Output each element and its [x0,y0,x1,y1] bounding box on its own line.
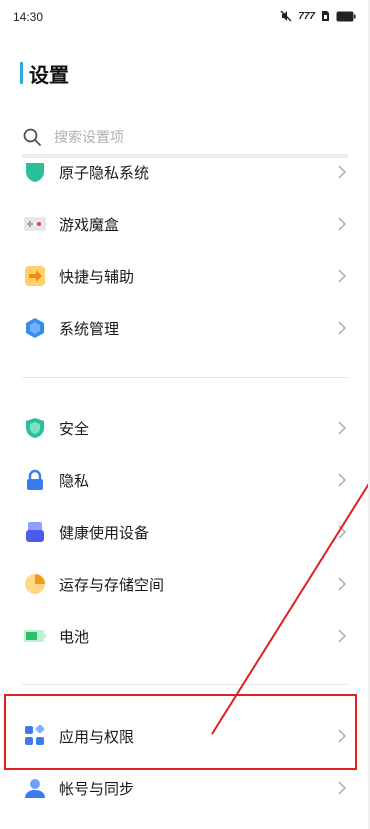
page-header: 设置 [20,60,69,87]
settings-item-label: 游戏魔盒 [59,215,120,234]
storage-pie-icon [23,572,47,596]
annotation-highlight-box [4,694,357,770]
page-title: 设置 [29,62,69,87]
settings-item-storage[interactable]: 运存与存储空间 [0,564,370,604]
chevron-right-icon [338,321,347,335]
settings-item-label: 电池 [59,627,90,646]
shortcut-icon [23,264,47,288]
search-bar[interactable]: 搜索设置项 [22,123,346,151]
settings-item-label: 运存与存储空间 [59,575,165,594]
sim-icon [322,11,329,21]
chevron-right-icon [338,217,347,231]
battery-icon [336,11,356,21]
settings-item-battery[interactable]: 电池 [0,616,370,656]
search-input[interactable]: 搜索设置项 [54,127,124,147]
health-use-icon [23,520,47,544]
settings-item-label: 隐私 [59,471,90,490]
signal-icon: 777 [298,10,315,22]
section-divider [22,377,348,378]
search-icon [23,128,41,146]
chevron-right-icon [338,421,347,435]
settings-item-label: 系统管理 [59,319,120,338]
settings-item-game-box[interactable]: 游戏魔盒 [0,204,370,244]
settings-item-system-manage[interactable]: 系统管理 [0,308,370,348]
settings-item-label: 安全 [59,419,90,438]
settings-item-label: 帐号与同步 [59,779,135,798]
settings-item-privacy-system[interactable]: 原子隐私系统 [0,152,370,192]
privacy-lock-icon [23,468,47,492]
settings-item-label: 快捷与辅助 [59,267,135,286]
chevron-right-icon [338,781,347,795]
status-bar: 14:30 777 [0,0,370,36]
settings-item-label: 健康使用设备 [59,523,150,542]
settings-item-account-sync[interactable]: 帐号与同步 [0,768,370,808]
privacy-system-icon [23,160,47,184]
chevron-right-icon [338,525,347,539]
mute-icon [280,10,292,22]
settings-item-health-use[interactable]: 健康使用设备 [0,512,370,552]
game-box-icon [23,212,47,236]
account-sync-icon [23,776,47,800]
status-time: 14:30 [13,10,44,24]
chevron-right-icon [338,577,347,591]
chevron-right-icon [338,629,347,643]
settings-item-label: 原子隐私系统 [59,163,150,182]
settings-item-privacy[interactable]: 隐私 [0,460,370,500]
chevron-right-icon [338,165,347,179]
section-divider [22,684,348,685]
settings-item-shortcut[interactable]: 快捷与辅助 [0,256,370,296]
title-accent-bar [20,62,23,84]
settings-item-security[interactable]: 安全 [0,408,370,448]
security-shield-icon [23,416,47,440]
status-icons: 777 [280,10,356,22]
chevron-right-icon [338,269,347,283]
chevron-right-icon [338,473,347,487]
battery-setting-icon [23,624,47,648]
system-manage-icon [23,316,47,340]
